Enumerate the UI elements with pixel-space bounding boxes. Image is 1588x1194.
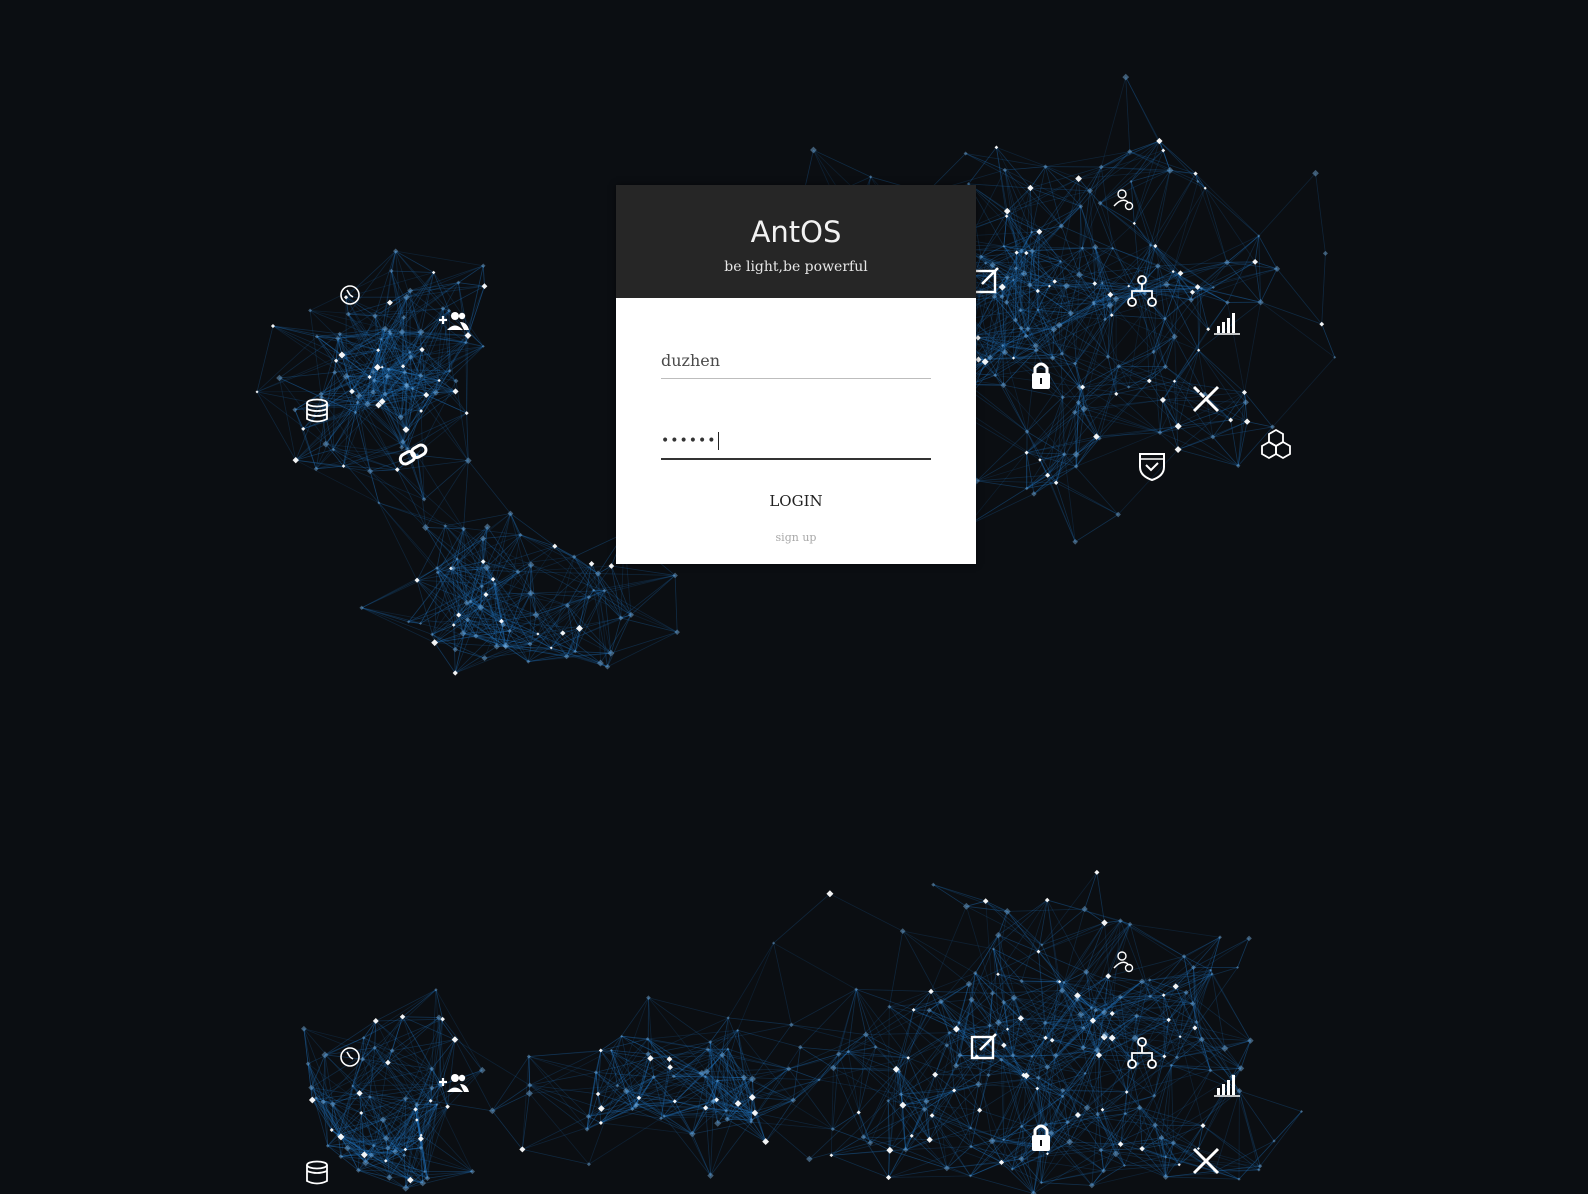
password-field[interactable]: •••••• [661,430,931,460]
app-tagline: be light,be powerful [724,259,868,275]
chart-icon [1213,1072,1241,1098]
database-icon [305,398,329,424]
text-caret [717,432,719,450]
tools-icon [1190,383,1222,415]
login-header: AntOS be light,be powerful [616,185,976,298]
add-user-icon [438,310,470,332]
login-dialog: AntOS be light,be powerful duzhen ••••••… [616,185,976,564]
hierarchy-icon [1127,1037,1157,1069]
user-settings-icon [1112,188,1136,212]
lock-icon [1030,1122,1052,1152]
lock-icon [1030,360,1052,390]
login-button[interactable]: LOGIN [746,489,846,513]
hierarchy-icon [1127,275,1157,307]
user-settings-icon [1112,950,1136,974]
app-title: AntOS [750,215,842,249]
database-icon [305,1160,329,1186]
username-field[interactable]: duzhen [661,350,931,379]
password-mask: •••••• [661,433,717,449]
signup-link[interactable]: sign up [746,531,846,544]
edit-icon [972,266,1000,294]
network-background [255,73,1337,1194]
password-input[interactable]: •••••• [661,430,931,452]
password-underline [661,458,931,460]
username-input[interactable]: duzhen [661,350,931,372]
shield-icon [1137,451,1167,481]
username-underline [661,378,931,379]
tools-icon [1190,1145,1222,1177]
link-icon [396,441,432,467]
edit-icon [970,1032,998,1060]
add-user-icon [438,1072,470,1094]
timer-icon [338,1045,362,1069]
cubes-icon [1260,428,1292,460]
timer-icon [338,283,362,307]
chart-icon [1213,310,1241,336]
